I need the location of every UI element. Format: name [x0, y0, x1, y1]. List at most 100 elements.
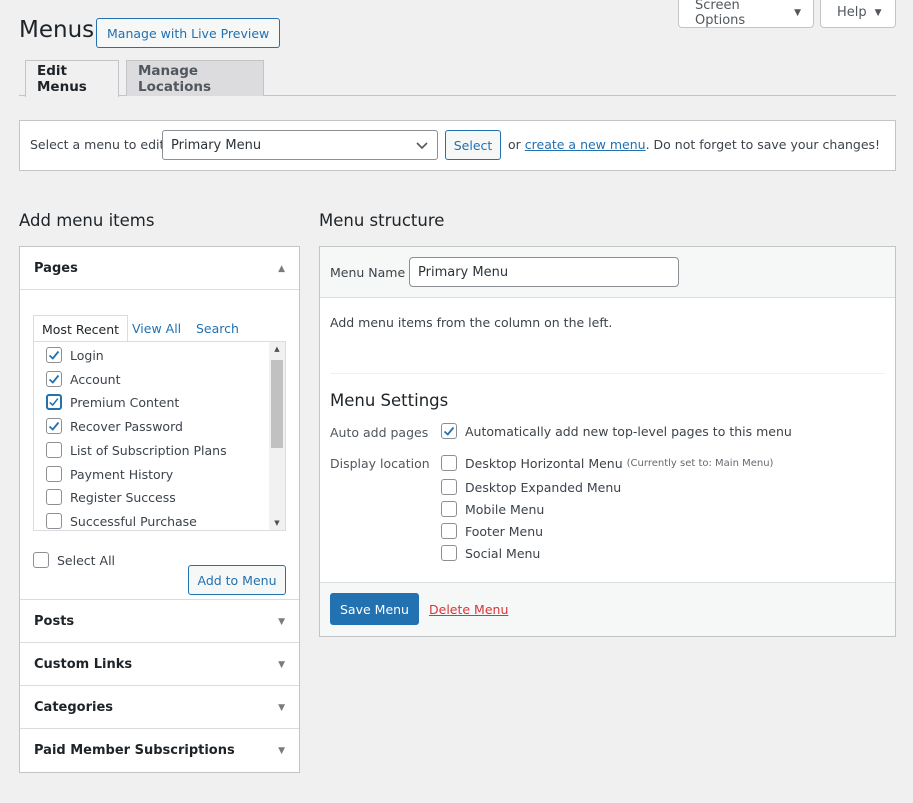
expand-down-icon: ▼ — [278, 746, 285, 756]
add-to-menu-button[interactable]: Add to Menu — [188, 565, 286, 595]
list-scrollbar[interactable]: ▲ ▼ — [269, 342, 285, 530]
auto-add-pages-option[interactable]: Automatically add new top-level pages to… — [441, 423, 792, 439]
categories-panel-title: Categories — [34, 699, 114, 715]
checkmark-icon — [48, 421, 60, 431]
pages-panel-header[interactable]: Pages ▲ — [20, 247, 299, 290]
checkbox-successful-purchase[interactable] — [46, 513, 62, 529]
location-option[interactable]: Footer Menu — [441, 523, 543, 539]
tab-view-all[interactable]: View All — [132, 315, 181, 341]
delete-menu-link[interactable]: Delete Menu — [429, 602, 508, 617]
scroll-down-arrow-icon[interactable]: ▼ — [269, 516, 285, 530]
checkbox-login[interactable] — [46, 347, 62, 363]
location-option[interactable]: Social Menu — [441, 545, 540, 561]
location-option[interactable]: Desktop Horizontal Menu (Currently set t… — [441, 455, 773, 471]
location-label: Desktop Horizontal Menu — [465, 455, 623, 471]
checkbox-recover-password[interactable] — [46, 418, 62, 434]
list-item-label: Login — [70, 347, 104, 363]
expand-down-icon: ▼ — [278, 703, 285, 713]
display-location-label: Display location — [330, 456, 430, 471]
select-bar-text: or create a new menu. Do not forget to s… — [508, 137, 880, 152]
chevron-down-icon — [416, 142, 428, 150]
divider — [330, 373, 885, 374]
caret-down-icon: ▼ — [874, 7, 882, 18]
location-option[interactable]: Desktop Expanded Menu — [441, 479, 621, 495]
tab-search[interactable]: Search — [196, 315, 239, 341]
list-item[interactable]: Premium Content — [46, 392, 179, 412]
list-item[interactable]: Payment History — [46, 464, 173, 484]
list-item[interactable]: Recover Password — [46, 416, 183, 436]
location-desktop-expanded-checkbox[interactable] — [441, 479, 457, 495]
select-all-control[interactable]: Select All — [33, 552, 115, 568]
scrollbar-thumb[interactable] — [271, 360, 283, 448]
list-item[interactable]: Register Success — [46, 487, 176, 507]
menu-select-value: Primary Menu — [171, 137, 262, 153]
scroll-up-arrow-icon[interactable]: ▲ — [269, 342, 285, 356]
menu-header: Menu Name Primary Menu — [320, 247, 895, 298]
menu-settings-title: Menu Settings — [330, 391, 449, 410]
paid-member-subscriptions-panel-header[interactable]: Paid Member Subscriptions ▼ — [20, 729, 299, 772]
save-reminder-text: . Do not forget to save your changes! — [645, 137, 881, 152]
location-footer-checkbox[interactable] — [441, 523, 457, 539]
location-option[interactable]: Mobile Menu — [441, 501, 544, 517]
menu-name-label: Menu Name — [330, 265, 406, 280]
menu-name-value: Primary Menu — [418, 264, 509, 280]
screen-options-button[interactable]: Screen Options ▼ — [678, 0, 814, 28]
manage-live-preview-button[interactable]: Manage with Live Preview — [96, 18, 281, 48]
checkmark-icon — [48, 350, 60, 360]
location-desktop-horizontal-checkbox[interactable] — [441, 455, 457, 471]
checkbox-premium-content[interactable] — [46, 394, 62, 410]
save-menu-button[interactable]: Save Menu — [330, 593, 419, 625]
custom-links-panel-header[interactable]: Custom Links ▼ — [20, 643, 299, 686]
list-item-label: Successful Purchase — [70, 513, 197, 529]
list-item-label: Premium Content — [70, 394, 180, 410]
paid-member-subscriptions-panel-title: Paid Member Subscriptions — [34, 743, 235, 758]
expand-down-icon: ▼ — [278, 617, 285, 627]
custom-links-panel-title: Custom Links — [34, 656, 133, 672]
location-social-checkbox[interactable] — [441, 545, 457, 561]
nav-tab-wrapper: Edit Menus Manage Locations — [19, 60, 896, 97]
checkmark-icon — [48, 374, 60, 384]
list-item-label: Register Success — [70, 489, 176, 505]
tab-edit-menus[interactable]: Edit Menus — [25, 60, 119, 97]
checkbox-register-success[interactable] — [46, 489, 62, 505]
select-all-checkbox[interactable] — [33, 552, 49, 568]
screen-options-label: Screen Options — [695, 0, 746, 28]
categories-panel-header[interactable]: Categories ▼ — [20, 686, 299, 729]
expand-down-icon: ▼ — [278, 660, 285, 670]
select-all-label: Select All — [57, 552, 116, 568]
list-item[interactable]: Login — [46, 345, 104, 365]
caret-down-icon: ▼ — [794, 7, 801, 18]
auto-add-pages-checkbox[interactable] — [441, 423, 457, 439]
checkbox-payment-history[interactable] — [46, 466, 62, 482]
pages-panel-title: Pages — [34, 260, 78, 276]
location-note: (Currently set to: Main Menu) — [626, 457, 774, 469]
checkbox-subscription-plans[interactable] — [46, 442, 62, 458]
tab-most-recent[interactable]: Most Recent — [33, 315, 129, 342]
help-button[interactable]: Help ▼ — [820, 0, 896, 28]
menu-instructions: Add menu items from the column on the le… — [330, 315, 613, 330]
location-mobile-checkbox[interactable] — [441, 501, 457, 517]
auto-add-pages-text: Automatically add new top-level pages to… — [465, 423, 792, 439]
pages-subtabs: Most Recent View All Search — [33, 315, 286, 342]
create-new-menu-link[interactable]: create a new menu — [525, 137, 646, 152]
add-menu-items-heading: Add menu items — [19, 211, 155, 230]
menu-name-input[interactable]: Primary Menu — [409, 257, 679, 287]
menu-select-bar: Select a menu to edit: Primary Menu Sele… — [19, 120, 896, 171]
checkbox-account[interactable] — [46, 371, 62, 387]
checkmark-icon — [49, 398, 59, 407]
list-item[interactable]: Successful Purchase — [46, 511, 197, 530]
list-item[interactable]: List of Subscription Plans — [46, 440, 227, 460]
auto-add-pages-label: Auto add pages — [330, 425, 429, 440]
location-label: Mobile Menu — [465, 501, 545, 517]
location-label: Desktop Expanded Menu — [465, 479, 622, 495]
list-item-label: Account — [70, 371, 121, 387]
or-text: or — [508, 137, 521, 152]
help-label: Help — [837, 5, 867, 20]
list-item-label: Payment History — [70, 466, 174, 482]
tab-manage-locations[interactable]: Manage Locations — [126, 60, 264, 96]
select-menu-label: Select a menu to edit: — [30, 137, 169, 152]
select-menu-button[interactable]: Select — [445, 130, 501, 160]
list-item[interactable]: Account — [46, 369, 120, 389]
posts-panel-header[interactable]: Posts ▼ — [20, 600, 299, 643]
menu-select-dropdown[interactable]: Primary Menu — [162, 130, 438, 160]
